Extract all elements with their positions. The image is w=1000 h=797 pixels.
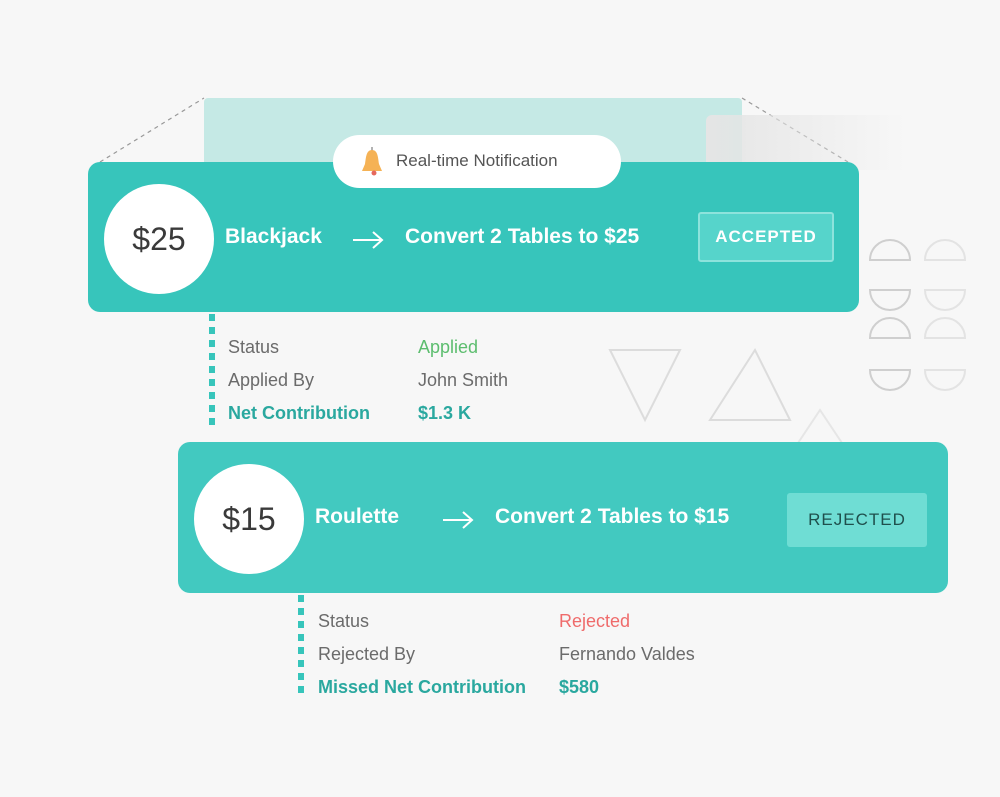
status-value: Applied — [418, 337, 479, 357]
badge-label: ACCEPTED — [715, 227, 817, 246]
detail-row-contribution: Net Contribution $1.3 K — [228, 403, 588, 436]
arrow-right-icon — [353, 231, 384, 249]
notification-card-roulette[interactable]: $15 Roulette Convert 2 Tables to $15 REJ… — [178, 442, 948, 593]
arrow-right-icon — [443, 511, 474, 529]
missed-contribution-label: Missed Net Contribution — [318, 677, 526, 697]
notification-label: Real-time Notification — [396, 151, 558, 170]
timeline-dots — [298, 595, 304, 699]
bell-icon — [362, 147, 382, 176]
game-name: Roulette — [315, 505, 399, 528]
timeline-dots — [209, 314, 215, 431]
net-contribution-value: $1.3 K — [418, 403, 472, 423]
status-label: Status — [228, 337, 280, 357]
amount-circle: $25 — [104, 184, 214, 294]
detail-row-status: Status Applied — [228, 337, 588, 370]
missed-contribution-value: $580 — [559, 677, 600, 697]
accepted-badge[interactable]: ACCEPTED — [698, 212, 834, 262]
status-value: Rejected — [559, 611, 631, 631]
card-details-roulette: Status Rejected Rejected By Fernando Val… — [318, 611, 738, 710]
amount-value: $25 — [132, 220, 186, 257]
action-text: Convert 2 Tables to $15 — [495, 505, 730, 528]
badge-label: REJECTED — [808, 510, 906, 529]
detail-row-by: Applied By John Smith — [228, 370, 588, 403]
amount-value: $15 — [222, 500, 276, 537]
net-contribution-label: Net Contribution — [228, 403, 370, 423]
applied-by-label: Applied By — [228, 370, 315, 390]
detail-row-by: Rejected By Fernando Valdes — [318, 644, 738, 677]
action-text: Convert 2 Tables to $25 — [405, 225, 640, 248]
applied-by-value: John Smith — [418, 370, 509, 390]
game-name: Blackjack — [225, 225, 322, 248]
detail-row-status: Status Rejected — [318, 611, 738, 644]
detail-row-contribution: Missed Net Contribution $580 — [318, 677, 738, 710]
rejected-badge[interactable]: REJECTED — [787, 493, 927, 547]
card-details-blackjack: Status Applied Applied By John Smith Net… — [228, 337, 588, 436]
realtime-notification-pill: Real-time Notification — [333, 135, 621, 188]
rejected-by-value: Fernando Valdes — [559, 644, 695, 664]
rejected-by-label: Rejected By — [318, 644, 416, 664]
status-label: Status — [318, 611, 370, 631]
amount-circle: $15 — [194, 464, 304, 574]
